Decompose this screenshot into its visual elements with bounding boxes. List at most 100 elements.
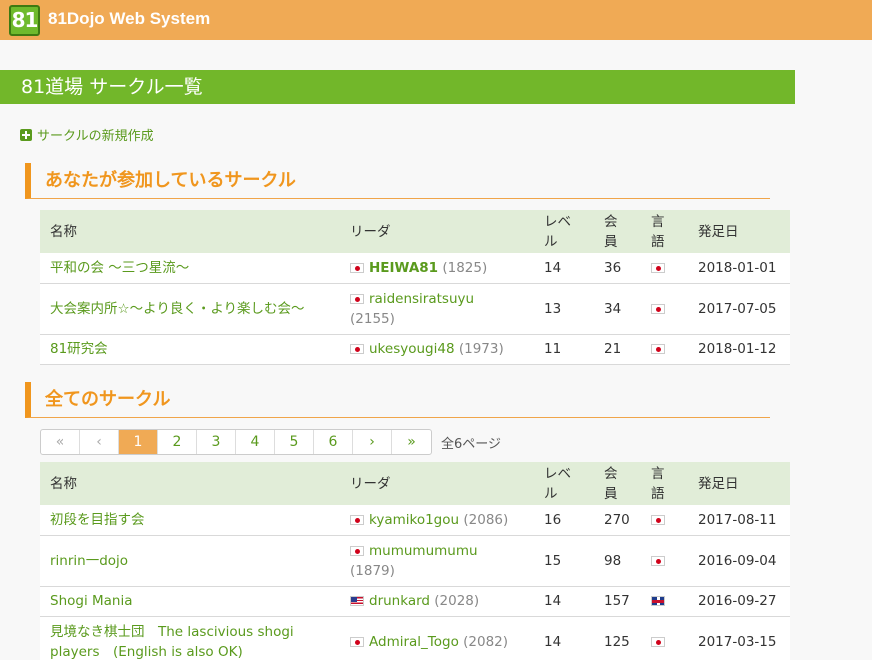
leader-link[interactable]: mumumumumu <box>369 543 478 559</box>
us-flag-icon <box>350 596 364 606</box>
pagination: « ‹ 1 2 3 4 5 6 › » <box>40 429 432 455</box>
my-circles-heading: あなたが参加しているサークル <box>25 163 770 199</box>
create-circle-label: サークルの新規作成 <box>37 129 154 144</box>
app-title[interactable]: 81Dojo Web System <box>48 9 210 29</box>
circle-members: 98 <box>594 535 641 587</box>
table-row: 見境なき棋士団 The lascivious shogi players (Eng… <box>40 616 790 660</box>
page-total: 全6ページ <box>441 437 502 452</box>
page-button-1[interactable]: 1 <box>119 430 158 454</box>
page-button-2[interactable]: 2 <box>158 430 197 454</box>
next-page-button[interactable]: › <box>353 430 392 454</box>
table-header-row: 名称 リーダ レベル 会員 言語 発足日 <box>40 462 790 505</box>
page-button-4[interactable]: 4 <box>236 430 275 454</box>
table-row: 平和の会 〜三つ星流〜 HEIWA81 (1825) 14 36 2018-01… <box>40 253 790 284</box>
circle-founded: 2018-01-01 <box>688 253 790 284</box>
table-row: 大会案内所☆〜より良く・より楽しむ会〜 raidensiratsuyu (2155… <box>40 283 790 335</box>
col-members: 会員 <box>594 210 641 253</box>
col-level: レベル <box>534 210 594 253</box>
circle-name-link[interactable]: rinrin一dojo <box>50 553 128 569</box>
circle-name-link[interactable]: 平和の会 〜三つ星流〜 <box>50 260 189 276</box>
first-page-button[interactable]: « <box>41 430 80 454</box>
japan-flag-icon <box>651 303 665 314</box>
japan-flag-icon <box>350 545 364 556</box>
leader-link[interactable]: kyamiko1gou <box>369 512 459 528</box>
japan-flag-icon <box>350 514 364 525</box>
circle-members: 157 <box>594 586 641 617</box>
page-title: 81道場 サークル一覧 <box>0 70 795 104</box>
japan-flag-icon <box>651 262 665 273</box>
japan-flag-icon <box>651 555 665 566</box>
leader-link[interactable]: ukesyougi48 <box>369 341 455 357</box>
col-leader: リーダ <box>340 210 534 253</box>
circle-members: 125 <box>594 616 641 660</box>
top-bar: 81 81Dojo Web System <box>0 0 872 40</box>
leader-rating: (2082) <box>463 633 509 650</box>
col-level: レベル <box>534 462 594 505</box>
circle-members: 270 <box>594 505 641 536</box>
my-circles-table: 名称 リーダ レベル 会員 言語 発足日 平和の会 〜三つ星流〜 HEIWA81… <box>40 210 790 365</box>
circle-members: 21 <box>594 334 641 365</box>
all-circles-table: 名称 リーダ レベル 会員 言語 発足日 初段を目指す会 kyamiko1gou… <box>40 462 790 660</box>
japan-flag-icon <box>651 344 665 354</box>
leader-rating: (2028) <box>434 593 480 609</box>
circle-founded: 2016-09-04 <box>688 535 790 587</box>
col-founded: 発足日 <box>688 462 790 505</box>
japan-flag-icon <box>651 514 665 525</box>
leader-rating: (1825) <box>442 259 488 276</box>
col-language: 言語 <box>641 210 688 253</box>
japan-flag-icon <box>350 293 364 304</box>
col-language: 言語 <box>641 462 688 505</box>
circle-members: 34 <box>594 283 641 335</box>
circle-level: 14 <box>534 586 594 617</box>
leader-link[interactable]: drunkard <box>369 593 430 609</box>
japan-flag-icon <box>651 636 665 647</box>
circle-name-link[interactable]: 81研究会 <box>50 341 108 357</box>
col-founded: 発足日 <box>688 210 790 253</box>
circle-members: 36 <box>594 253 641 284</box>
leader-link[interactable]: HEIWA81 <box>369 260 438 276</box>
circle-level: 14 <box>534 253 594 284</box>
create-circle-link[interactable]: サークルの新規作成 <box>20 125 154 144</box>
leader-rating: (2086) <box>463 511 509 528</box>
circle-level: 11 <box>534 334 594 365</box>
japan-flag-icon <box>350 636 364 647</box>
table-header-row: 名称 リーダ レベル 会員 言語 発足日 <box>40 210 790 253</box>
table-row: 81研究会 ukesyougi48 (1973) 11 21 2018-01-1… <box>40 334 790 365</box>
col-members: 会員 <box>594 462 641 505</box>
circle-founded: 2017-03-15 <box>688 616 790 660</box>
circle-name-link[interactable]: 見境なき棋士団 The lascivious shogi players (Eng… <box>50 624 294 660</box>
circle-name-link[interactable]: 初段を目指す会 <box>50 512 145 528</box>
circle-founded: 2016-09-27 <box>688 586 790 617</box>
page-button-3[interactable]: 3 <box>197 430 236 454</box>
col-name: 名称 <box>40 462 340 505</box>
circle-level: 14 <box>534 616 594 660</box>
col-name: 名称 <box>40 210 340 253</box>
all-circles-heading: 全てのサークル <box>25 382 770 418</box>
col-leader: リーダ <box>340 462 534 505</box>
page-button-6[interactable]: 6 <box>314 430 353 454</box>
uk-flag-icon <box>651 596 665 606</box>
japan-flag-icon <box>350 344 364 354</box>
leader-rating: (1879) <box>350 562 395 579</box>
table-row: rinrin一dojo mumumumumu (1879) 15 98 2016-… <box>40 535 790 587</box>
leader-rating: (1973) <box>458 341 504 357</box>
logo[interactable]: 81 <box>9 5 40 36</box>
leader-link[interactable]: raidensiratsuyu <box>369 291 474 307</box>
circle-level: 15 <box>534 535 594 587</box>
circle-name-link[interactable]: Shogi Mania <box>50 593 133 609</box>
japan-flag-icon <box>350 262 364 273</box>
leader-rating: (2155) <box>350 310 395 327</box>
prev-page-button[interactable]: ‹ <box>80 430 119 454</box>
plus-icon <box>20 128 32 141</box>
table-row: 初段を目指す会 kyamiko1gou (2086) 16 270 2017-0… <box>40 505 790 536</box>
circle-founded: 2017-08-11 <box>688 505 790 536</box>
circle-name-link[interactable]: 大会案内所☆〜より良く・より楽しむ会〜 <box>50 301 305 317</box>
circle-level: 16 <box>534 505 594 536</box>
table-row: Shogi Mania drunkard (2028) 14 157 2016-… <box>40 586 790 617</box>
circle-level: 13 <box>534 283 594 335</box>
last-page-button[interactable]: » <box>392 430 431 454</box>
leader-link[interactable]: Admiral_Togo <box>369 634 459 650</box>
circle-founded: 2017-07-05 <box>688 283 790 335</box>
page-button-5[interactable]: 5 <box>275 430 314 454</box>
circle-founded: 2018-01-12 <box>688 334 790 365</box>
